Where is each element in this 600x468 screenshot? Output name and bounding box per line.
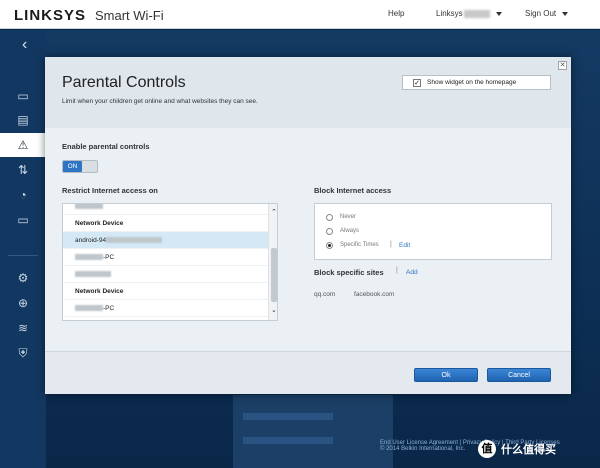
cancel-button[interactable]: Cancel bbox=[487, 368, 551, 382]
show-widget-checkbox[interactable]: ✓ bbox=[413, 79, 421, 87]
help-link[interactable]: Help bbox=[388, 9, 404, 18]
list-item[interactable]: -PC bbox=[63, 300, 268, 317]
close-icon[interactable]: ✕ bbox=[558, 61, 567, 70]
account-name: Linksys bbox=[436, 9, 463, 18]
page-subtitle: Limit when your children get online and … bbox=[62, 98, 258, 105]
product-name: Smart Wi-Fi bbox=[95, 8, 164, 23]
scrollbar[interactable]: ⌃ ⌄ bbox=[268, 204, 277, 320]
radio-always[interactable] bbox=[326, 228, 333, 235]
block-access-label: Block Internet access bbox=[314, 186, 392, 195]
dialog-footer: Ok Cancel bbox=[45, 351, 571, 394]
block-access-options: Never Always Specific Times | Edit bbox=[314, 203, 552, 260]
chevron-down-icon bbox=[495, 11, 502, 16]
scroll-down-icon[interactable]: ⌄ bbox=[271, 306, 277, 314]
device-name: android-94 bbox=[75, 237, 107, 244]
edit-times-link[interactable]: Edit bbox=[399, 242, 410, 249]
radio-specific-times[interactable] bbox=[326, 242, 333, 249]
watermark-logo: 值 bbox=[478, 440, 496, 458]
toggle-on-label: ON bbox=[63, 161, 82, 172]
chevron-down-icon bbox=[562, 11, 569, 16]
blocked-site: facebook.com bbox=[354, 291, 395, 298]
enable-label: Enable parental controls bbox=[62, 142, 150, 151]
ok-button[interactable]: Ok bbox=[414, 368, 478, 382]
device-list[interactable]: Network Device android-94 -PC Network De… bbox=[62, 203, 278, 321]
parental-controls-toggle[interactable]: ON bbox=[62, 160, 98, 173]
background-widget bbox=[233, 395, 393, 468]
account-name-redacted bbox=[463, 9, 490, 18]
sign-out-label: Sign Out bbox=[525, 9, 557, 18]
separator: | bbox=[396, 267, 398, 274]
parental-controls-dialog: Parental Controls Limit when your childr… bbox=[45, 57, 571, 394]
radio-always-label: Always bbox=[340, 228, 360, 234]
nav-troubleshooting-icon[interactable]: ⊕ bbox=[0, 291, 46, 315]
account-menu[interactable]: Linksys bbox=[436, 9, 502, 18]
nav-connectivity-icon[interactable]: ⚙ bbox=[0, 266, 46, 290]
separator: | bbox=[390, 241, 392, 248]
nav-guest-access-icon[interactable]: ▤ bbox=[0, 108, 46, 132]
list-group-header: Network Device bbox=[63, 215, 268, 232]
dialog-header: Parental Controls Limit when your childr… bbox=[45, 57, 571, 128]
background-row bbox=[243, 413, 333, 420]
nav-usb-storage-icon[interactable]: ▭ bbox=[0, 208, 46, 232]
blocked-site: qq.com bbox=[314, 291, 336, 298]
sign-out-menu[interactable]: Sign Out bbox=[525, 9, 569, 18]
scroll-thumb[interactable] bbox=[271, 248, 277, 302]
nav-parental-controls-icon[interactable]: ⚠ bbox=[0, 133, 46, 157]
radio-specific-times-label: Specific Times bbox=[340, 242, 379, 248]
radio-never[interactable] bbox=[326, 214, 333, 221]
watermark-text: 什么值得买 bbox=[501, 444, 556, 456]
back-arrow-icon[interactable]: ‹ bbox=[22, 36, 27, 54]
show-widget-option[interactable]: ✓ Show widget on the homepage bbox=[402, 75, 551, 90]
nav-devices-icon[interactable]: ▭ bbox=[0, 84, 46, 108]
show-widget-label: Show widget on the homepage bbox=[427, 79, 517, 86]
list-item[interactable] bbox=[63, 266, 268, 283]
radio-never-label: Never bbox=[340, 214, 357, 220]
restrict-label: Restrict Internet access on bbox=[62, 186, 158, 195]
device-name: -PC bbox=[103, 254, 115, 261]
list-item[interactable] bbox=[63, 204, 268, 215]
top-bar: LINKSYS Smart Wi-Fi Help Linksys Sign Ou… bbox=[0, 0, 600, 29]
list-item[interactable]: android-94 bbox=[63, 232, 268, 249]
background-row bbox=[243, 437, 333, 444]
block-sites-label: Block specific sites bbox=[314, 268, 384, 277]
watermark: 值 什么值得买 bbox=[478, 440, 556, 458]
nav-wireless-icon[interactable]: ≋ bbox=[0, 316, 46, 340]
brand-logo: LINKSYS bbox=[14, 7, 87, 24]
nav-security-icon[interactable]: ⛨ bbox=[0, 341, 46, 365]
nav-speed-test-icon[interactable]: ◔ bbox=[0, 183, 46, 207]
nav-media-prioritization-icon[interactable]: ⇅ bbox=[0, 158, 46, 182]
list-group-header: Network Device bbox=[63, 283, 268, 300]
add-site-link[interactable]: Add bbox=[406, 269, 418, 276]
page-title: Parental Controls bbox=[62, 74, 186, 91]
nav-divider bbox=[8, 255, 38, 256]
scroll-up-icon[interactable]: ⌃ bbox=[271, 208, 277, 216]
device-name: -PC bbox=[103, 305, 115, 312]
list-item[interactable]: -PC bbox=[63, 249, 268, 266]
